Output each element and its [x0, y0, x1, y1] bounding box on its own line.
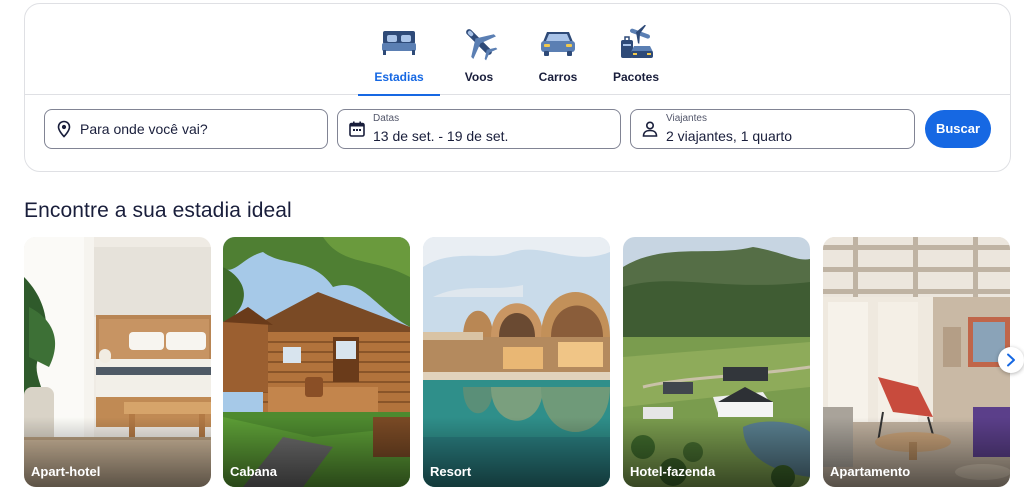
travelers-label: Viajantes: [666, 113, 707, 124]
card-label: Cabana: [230, 464, 277, 479]
destination-field[interactable]: Para onde você vai?: [44, 109, 328, 149]
card-label: Hotel-fazenda: [630, 464, 716, 479]
card-apart-hotel[interactable]: Apart-hotel: [24, 237, 211, 487]
search-button[interactable]: Buscar: [925, 110, 991, 148]
tab-voos[interactable]: Voos: [438, 4, 520, 95]
travelers-value: 2 viajantes, 1 quarto: [666, 128, 793, 144]
card-resort[interactable]: Resort: [423, 237, 610, 487]
destination-input[interactable]: Para onde você vai?: [80, 121, 208, 137]
travelers-field[interactable]: Viajantes 2 viajantes, 1 quarto: [630, 109, 915, 149]
dates-label: Datas: [373, 113, 400, 124]
tab-pacotes[interactable]: Pacotes: [595, 4, 677, 95]
card-cabana[interactable]: Cabana: [223, 237, 410, 487]
section-title: Encontre a sua estadia ideal: [24, 199, 292, 222]
product-tabs: Estadias Voos Carros Pacotes: [25, 4, 1010, 96]
card-label: Apartamento: [830, 464, 911, 479]
dates-value: 13 de set. - 19 de set.: [373, 128, 509, 144]
card-label: Apart-hotel: [31, 464, 101, 479]
tab-label: Pacotes: [612, 70, 660, 84]
chevron-right-icon: [1007, 353, 1015, 367]
stay-type-carousel: Apart-hotel Cabana Resort Hotel-fazenda …: [0, 237, 1024, 487]
dates-field[interactable]: Datas 13 de set. - 19 de set.: [337, 109, 621, 149]
location-pin-icon: [57, 120, 71, 138]
person-icon: [642, 121, 658, 137]
bed-icon: [382, 31, 416, 55]
tab-carros[interactable]: Carros: [517, 4, 599, 95]
tab-label: Carros: [538, 70, 578, 84]
card-label: Resort: [430, 464, 472, 479]
tab-estadias[interactable]: Estadias: [358, 4, 440, 96]
airplane-icon: [466, 29, 498, 61]
carousel-next-button[interactable]: [998, 347, 1024, 373]
car-icon: [541, 32, 575, 56]
tab-label: Estadias: [374, 70, 424, 84]
calendar-icon: [349, 121, 365, 137]
package-icon: [621, 24, 653, 58]
card-apartamento[interactable]: Apartamento: [823, 237, 1010, 487]
card-hotel-fazenda[interactable]: Hotel-fazenda: [623, 237, 810, 487]
tab-label: Voos: [464, 70, 494, 84]
